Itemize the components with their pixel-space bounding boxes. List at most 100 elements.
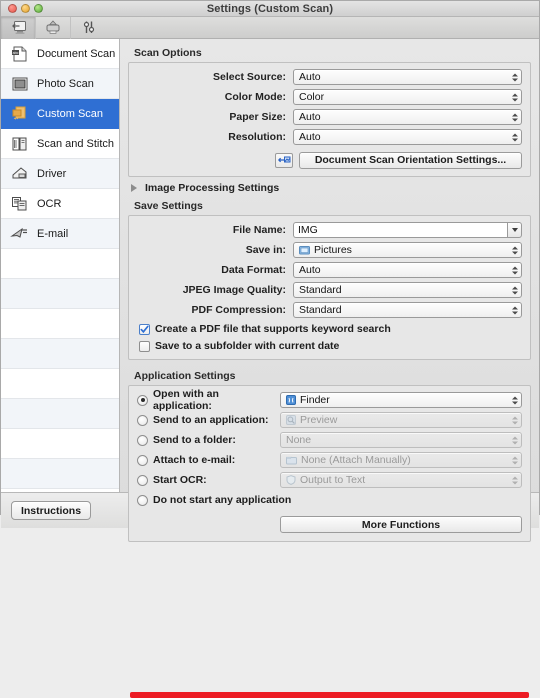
document-scan-orientation-settings-button[interactable]: Document Scan Orientation Settings... xyxy=(299,151,522,169)
scan-and-stitch-icon xyxy=(8,133,32,155)
send-to-folder-radio[interactable] xyxy=(137,434,148,446)
sidebar-item-scan-and-stitch[interactable]: Scan and Stitch xyxy=(1,129,119,159)
file-name-combo[interactable] xyxy=(293,222,522,238)
scan-from-operation-panel-icon xyxy=(46,20,60,34)
resolution-dropdown[interactable]: Auto xyxy=(293,129,522,145)
scan-options-label: Scan Options xyxy=(134,47,202,59)
scan-orientation-icon[interactable] xyxy=(275,152,293,168)
save-settings-panel: File Name: Save in: xyxy=(128,215,531,360)
attach-to-email-option[interactable]: Attach to e-mail: xyxy=(137,454,280,466)
select-source-label: Select Source: xyxy=(213,71,286,83)
start-ocr-radio[interactable] xyxy=(137,474,148,486)
pdf-compression-dropdown[interactable]: Standard xyxy=(293,302,522,318)
application-settings-section: Application Settings Open with an applic… xyxy=(128,370,531,698)
folder-pictures-icon xyxy=(299,245,310,255)
more-functions-row: More Functions xyxy=(137,516,522,533)
toolbar-scan-from-computer-button[interactable] xyxy=(1,16,36,39)
send-to-application-row[interactable]: Send to an application: Preview xyxy=(137,412,522,428)
sidebar-item-custom-scan[interactable]: Custom Scan xyxy=(1,99,119,129)
attach-to-email-dropdown[interactable]: None (Attach Manually) xyxy=(280,452,522,468)
data-format-dropdown[interactable]: Auto xyxy=(293,262,522,278)
save-in-row: Save in: Pictures xyxy=(137,242,522,258)
ocr-app-icon xyxy=(286,475,296,485)
file-name-dropdown-button[interactable] xyxy=(507,222,522,238)
start-ocr-option[interactable]: Start OCR: xyxy=(137,474,280,486)
color-mode-value: Color xyxy=(299,91,325,103)
sidebar-item-document-scan[interactable]: abc Document Scan xyxy=(1,39,119,69)
toolbar-scan-from-panel-button[interactable] xyxy=(36,16,71,39)
sidebar-filler-row xyxy=(1,249,119,279)
sidebar-item-label: Document Scan xyxy=(37,47,116,60)
save-in-dropdown[interactable]: Pictures xyxy=(293,242,522,258)
start-ocr-value: Output to Text xyxy=(300,474,366,486)
window-body: abc Document Scan Photo Scan Custom Scan… xyxy=(1,39,539,698)
paper-size-label: Paper Size: xyxy=(229,111,286,123)
attach-to-email-label: Attach to e-mail: xyxy=(153,454,236,466)
attach-to-email-row[interactable]: Attach to e-mail: None (Attach Manually) xyxy=(137,452,522,468)
image-processing-settings-disclosure[interactable]: Image Processing Settings xyxy=(131,182,531,194)
application-settings-label: Application Settings xyxy=(134,370,236,382)
attach-to-email-value: None (Attach Manually) xyxy=(301,454,411,466)
pdf-compression-label: PDF Compression: xyxy=(191,304,286,316)
stepper-arrows-icon xyxy=(511,264,518,277)
toolbar-general-settings-button[interactable] xyxy=(71,17,106,39)
file-name-input[interactable] xyxy=(293,222,507,238)
color-mode-row: Color Mode: Color xyxy=(137,89,522,105)
select-source-dropdown[interactable]: Auto xyxy=(293,69,522,85)
preview-icon xyxy=(286,415,296,425)
sidebar-item-driver[interactable]: Driver xyxy=(1,159,119,189)
do-not-start-any-application-row[interactable]: Do not start any application xyxy=(137,492,522,508)
sidebar-item-photo-scan[interactable]: Photo Scan xyxy=(1,69,119,99)
attach-to-email-radio[interactable] xyxy=(137,454,148,466)
send-to-folder-dropdown[interactable]: None xyxy=(280,432,522,448)
paper-size-dropdown[interactable]: Auto xyxy=(293,109,522,125)
create-searchable-pdf-label: Create a PDF file that supports keyword … xyxy=(155,323,391,335)
window-title: Settings (Custom Scan) xyxy=(206,2,334,15)
stepper-arrows-icon xyxy=(511,284,518,297)
stepper-arrows-icon xyxy=(511,454,518,467)
color-mode-dropdown[interactable]: Color xyxy=(293,89,522,105)
create-searchable-pdf-checkbox-row[interactable]: Create a PDF file that supports keyword … xyxy=(137,323,522,335)
select-source-value: Auto xyxy=(299,71,321,83)
send-to-application-option[interactable]: Send to an application: xyxy=(137,414,280,426)
select-source-row: Select Source: Auto xyxy=(137,69,522,85)
open-with-application-row[interactable]: Open with an application: Finder xyxy=(137,388,522,412)
chevron-down-icon xyxy=(511,228,518,232)
more-functions-button[interactable]: More Functions xyxy=(280,516,522,533)
start-ocr-row[interactable]: Start OCR: Output to Text xyxy=(137,472,522,488)
checkmark-icon xyxy=(140,325,149,333)
open-with-application-radio[interactable] xyxy=(137,394,148,406)
save-to-subfolder-checkbox[interactable] xyxy=(139,340,150,352)
image-processing-settings-label: Image Processing Settings xyxy=(145,182,280,194)
sidebar-item-label: Photo Scan xyxy=(37,77,94,90)
sidebar-filler-row xyxy=(1,369,119,399)
start-ocr-dropdown[interactable]: Output to Text xyxy=(280,472,522,488)
jpeg-image-quality-dropdown[interactable]: Standard xyxy=(293,282,522,298)
sidebar-item-ocr[interactable]: OCR xyxy=(1,189,119,219)
finder-icon xyxy=(286,395,296,405)
color-mode-label: Color Mode: xyxy=(224,91,286,103)
stepper-arrows-icon xyxy=(511,434,518,447)
file-name-row: File Name: xyxy=(137,222,522,238)
send-to-folder-label: Send to a folder: xyxy=(153,434,236,446)
save-to-subfolder-checkbox-row[interactable]: Save to a subfolder with current date xyxy=(137,340,522,352)
open-with-application-option[interactable]: Open with an application: xyxy=(137,388,280,412)
open-with-application-dropdown[interactable]: Finder xyxy=(280,392,522,408)
save-settings-label: Save Settings xyxy=(134,200,203,212)
pdf-compression-row: PDF Compression: Standard xyxy=(137,302,522,318)
instructions-button[interactable]: Instructions xyxy=(11,501,91,520)
send-to-application-radio[interactable] xyxy=(137,414,148,426)
send-to-folder-value: None xyxy=(286,434,312,446)
do-not-start-any-application-radio[interactable] xyxy=(137,494,148,506)
open-with-application-value: Finder xyxy=(300,394,330,406)
sidebar-item-email[interactable]: E-mail xyxy=(1,219,119,249)
send-to-application-dropdown[interactable]: Preview xyxy=(280,412,522,428)
send-to-folder-row[interactable]: Send to a folder: None xyxy=(137,432,522,448)
jpeg-image-quality-label: JPEG Image Quality: xyxy=(182,284,286,296)
create-searchable-pdf-checkbox[interactable] xyxy=(139,323,150,335)
scan-options-panel: Select Source: Auto Color Mode: Color Pa… xyxy=(128,62,531,177)
ocr-icon xyxy=(8,193,32,215)
send-to-folder-option[interactable]: Send to a folder: xyxy=(137,434,280,446)
stepper-arrows-icon xyxy=(511,244,518,257)
do-not-start-any-application-option[interactable]: Do not start any application xyxy=(137,494,291,506)
